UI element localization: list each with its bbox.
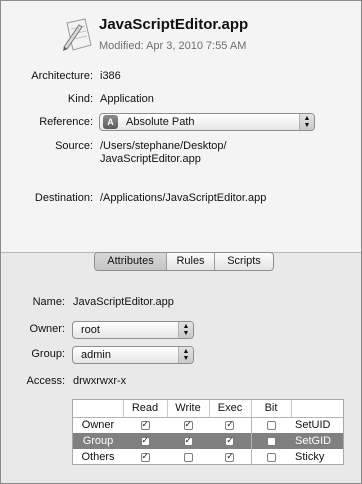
owner-exec-checkbox[interactable] [225,419,235,430]
kind-label: Kind: [67,93,93,105]
tab-scripts[interactable]: Scripts [215,253,273,270]
reference-value: Absolute Path [126,116,195,128]
others-exec-checkbox[interactable] [225,451,235,462]
owner-read-checkbox[interactable] [140,419,150,430]
reference-label: Reference: [39,116,93,128]
name-value: JavaScriptEditor.app [73,296,174,308]
inspector-window: JavaScriptEditor.app Modified: Apr 3, 20… [0,0,362,484]
updown-arrows-icon: ▲ ▼ [178,322,193,338]
architecture-label: Architecture: [31,70,93,82]
group-exec-checkbox[interactable] [225,435,235,446]
setgid-checkbox[interactable] [266,436,276,446]
source-line-2: JavaScriptEditor.app [100,153,201,165]
header-read: Read [123,400,168,418]
permissions-table: Read Write Exec Bit Owner SetUID Group [72,399,344,465]
group-write-checkbox[interactable] [183,435,193,446]
row-name: Owner [81,419,115,432]
header-bit: Bit [251,400,292,418]
destination-label: Destination: [34,192,93,204]
tab-attributes[interactable]: Attributes [95,253,167,270]
reference-badge: A [103,115,118,129]
others-read-checkbox[interactable] [140,451,150,462]
group-label: Group: [31,348,65,360]
row-name: Others [81,451,115,463]
header-empty [73,400,124,418]
reference-popup[interactable]: A Absolute Path ▲ ▼ [99,113,315,131]
owner-label: Owner: [29,323,65,335]
group-popup[interactable]: admin ▲ ▼ [72,346,194,364]
flag-label: SetGID [291,433,343,449]
setuid-checkbox[interactable] [266,420,276,430]
others-write-checkbox[interactable] [183,452,193,462]
header-flag [291,400,343,418]
header-write: Write [167,400,210,418]
header-exec: Exec [209,400,252,418]
access-value: drwxrwxr-x [73,375,127,387]
owner-value: root [81,324,100,336]
kind-value: Application [100,93,154,105]
row-name: Group [73,433,123,449]
app-icon [63,18,92,51]
app-name: JavaScriptEditor.app [99,16,249,33]
source-line-1: /Users/stephane/Desktop/ [100,140,227,152]
name-label: Name: [32,296,65,308]
sticky-checkbox[interactable] [266,452,276,462]
flag-label: SetUID [295,419,331,432]
source-label: Source: [55,140,93,152]
modified-date: Modified: Apr 3, 2010 7:55 AM [99,40,247,52]
tab-bar: Attributes Rules Scripts [94,252,274,271]
table-row-owner[interactable]: Owner SetUID [73,417,343,433]
flag-label: Sticky [295,451,325,463]
destination-value: /Applications/JavaScriptEditor.app [100,192,267,204]
architecture-value: i386 [100,70,121,82]
group-value: admin [81,349,111,361]
owner-popup[interactable]: root ▲ ▼ [72,321,194,339]
table-row-others[interactable]: Others Sticky [73,449,343,465]
tab-rules[interactable]: Rules [167,253,215,270]
updown-arrows-icon: ▲ ▼ [299,114,314,130]
updown-arrows-icon: ▲ ▼ [178,347,193,363]
table-row-group[interactable]: Group SetGID [73,433,343,449]
access-label: Access: [26,375,65,387]
owner-write-checkbox[interactable] [183,419,193,430]
info-pane: JavaScriptEditor.app Modified: Apr 3, 20… [1,1,361,253]
group-read-checkbox[interactable] [140,435,150,446]
permissions-header: Read Write Exec Bit [73,400,343,418]
